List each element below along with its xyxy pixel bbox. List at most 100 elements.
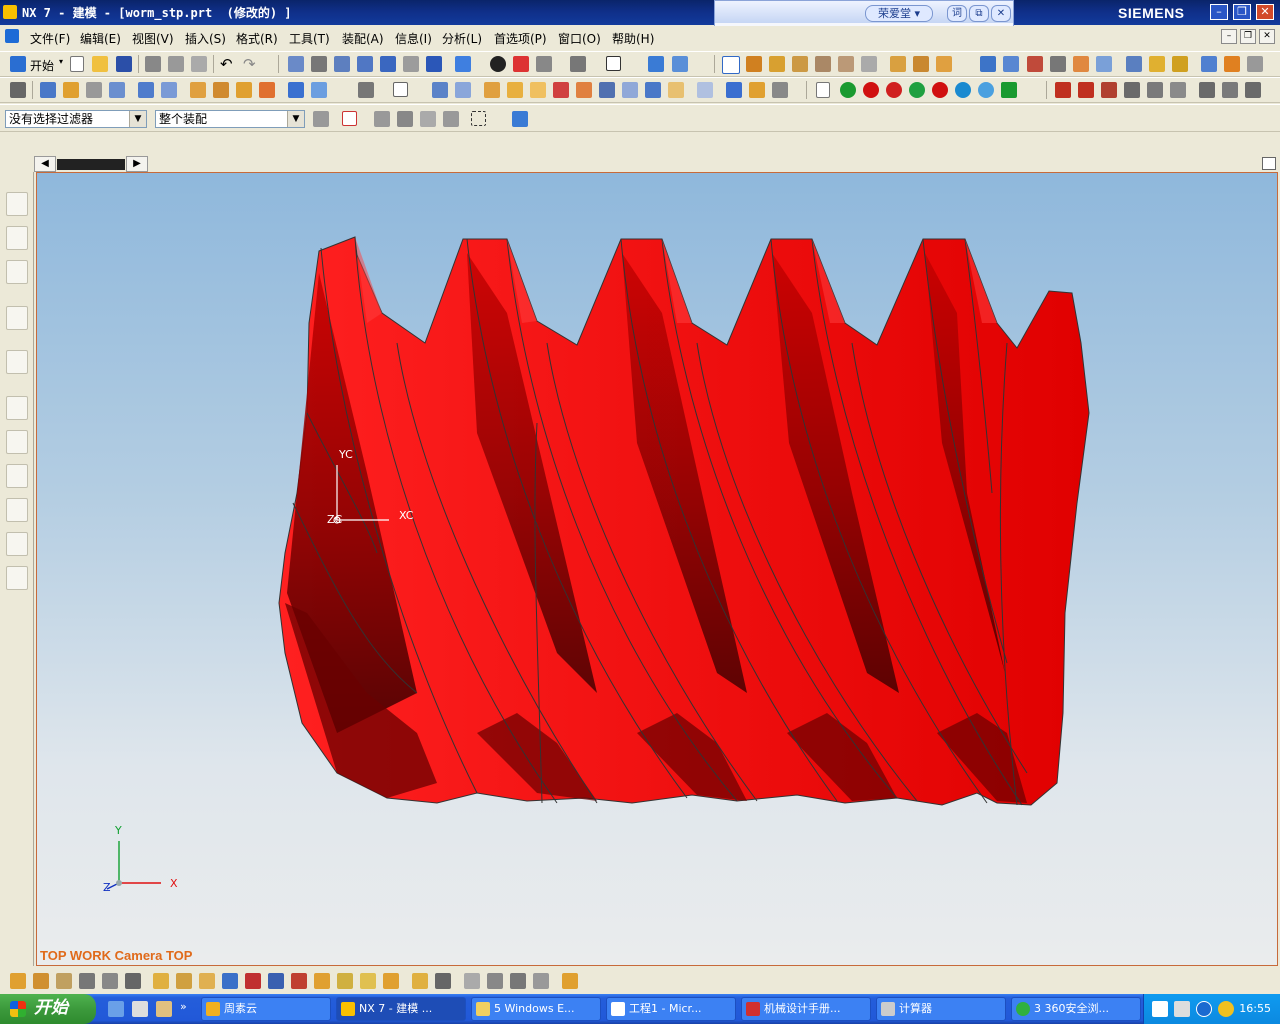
doc-minimize-button[interactable]: –: [1221, 29, 1237, 44]
bottom-tool-22-icon[interactable]: [510, 973, 526, 989]
rectangle-select-icon[interactable]: [471, 111, 486, 126]
tray-network-icon[interactable]: [1152, 1001, 1168, 1017]
offset-icon[interactable]: [530, 82, 546, 98]
process-studio-icon[interactable]: [6, 464, 28, 488]
bottom-tool-4-icon[interactable]: [79, 973, 95, 989]
reuse-library-icon[interactable]: [6, 306, 28, 330]
delete-face-icon[interactable]: [772, 82, 788, 98]
task-360-browser[interactable]: 3 360安全浏...: [1011, 997, 1141, 1021]
blend-icon[interactable]: [432, 82, 448, 98]
bottom-tool-13-icon[interactable]: [291, 973, 307, 989]
intersection-icon[interactable]: [838, 56, 854, 72]
measure-body-icon[interactable]: [936, 56, 952, 72]
select-icon[interactable]: [722, 56, 740, 74]
assembly-icon[interactable]: [648, 56, 664, 72]
part-navigator-tab-icon[interactable]: [6, 260, 28, 284]
bottom-tool-10-icon[interactable]: [222, 973, 238, 989]
bearing-icon[interactable]: [955, 82, 971, 98]
part-navigator-icon[interactable]: [10, 82, 26, 98]
curve4-icon[interactable]: [1199, 82, 1215, 98]
bottom-tool-21-icon[interactable]: [487, 973, 503, 989]
unite-icon[interactable]: [288, 82, 304, 98]
bottom-tool-16-icon[interactable]: [360, 973, 376, 989]
gear-red-icon[interactable]: [863, 82, 879, 98]
cylinder-icon[interactable]: [161, 82, 177, 98]
tab-scroll-right-icon[interactable]: ▶: [126, 156, 148, 172]
task-calculator[interactable]: 计算器: [876, 997, 1006, 1021]
trim-icon[interactable]: [553, 82, 569, 98]
save-icon[interactable]: [116, 56, 132, 72]
bottom-tool-6-icon[interactable]: [125, 973, 141, 989]
arc-icon[interactable]: [1078, 82, 1094, 98]
worm-model[interactable]: [37, 173, 1278, 966]
curve-rule-icon[interactable]: [374, 111, 390, 127]
bottom-tool-9-icon[interactable]: [199, 973, 215, 989]
selection-scope-select[interactable]: 整个装配 ▼: [155, 110, 305, 128]
nx-app-icon[interactable]: [3, 5, 17, 19]
datum-plane-icon[interactable]: [393, 82, 408, 97]
feature-rule-icon[interactable]: [420, 111, 436, 127]
pocket-icon[interactable]: [236, 82, 252, 98]
bottom-tool-14-icon[interactable]: [314, 973, 330, 989]
doc-restore-button[interactable]: ❐: [1240, 29, 1256, 44]
snap-toggle-icon[interactable]: [342, 111, 357, 126]
bolt-icon[interactable]: [1001, 82, 1017, 98]
draft-icon[interactable]: [507, 82, 523, 98]
endpoint-icon[interactable]: [769, 56, 785, 72]
surface-icon[interactable]: [980, 56, 996, 72]
revolve-icon[interactable]: [86, 82, 102, 98]
pattern-icon[interactable]: [622, 82, 638, 98]
bottom-tool-20-icon[interactable]: [464, 973, 480, 989]
body-rule-icon[interactable]: [443, 111, 459, 127]
datum-icon[interactable]: [358, 82, 374, 98]
start-button[interactable]: 开始: [0, 994, 96, 1024]
widget-close-button[interactable]: ✕: [991, 5, 1011, 22]
wireframe-icon[interactable]: [536, 56, 552, 72]
menu-file[interactable]: 文件(F): [30, 30, 70, 47]
subtract-icon[interactable]: [311, 82, 327, 98]
bottom-tool-19-icon[interactable]: [435, 973, 451, 989]
menu-analysis[interactable]: 分析(L): [442, 30, 482, 47]
bottom-tool-18-icon[interactable]: [412, 973, 428, 989]
graphics-window[interactable]: YC XC ZC Y X Z TOP WORK Camera TOP: [36, 172, 1278, 966]
view-icon[interactable]: [1126, 56, 1142, 72]
bottom-tool-11-icon[interactable]: [245, 973, 261, 989]
open-folder-icon[interactable]: [92, 56, 108, 72]
menu-info[interactable]: 信息(I): [395, 30, 432, 47]
quicklaunch-app-icon[interactable]: [156, 1001, 172, 1017]
widget-name-button[interactable]: 荣爱堂 ▾: [865, 5, 933, 22]
minimize-button[interactable]: –: [1210, 4, 1228, 20]
mirror-icon[interactable]: [599, 82, 615, 98]
component-select-icon[interactable]: [512, 111, 528, 127]
curve6-icon[interactable]: [1245, 82, 1261, 98]
history-icon[interactable]: [6, 396, 28, 420]
background-icon[interactable]: [606, 56, 621, 71]
move-face-icon[interactable]: [726, 82, 742, 98]
menu-insert[interactable]: 插入(S): [185, 30, 226, 47]
chain-icon[interactable]: [909, 82, 925, 98]
menu-assembly[interactable]: 装配(A): [342, 30, 384, 47]
task-windows-explorer[interactable]: 5 Windows E...: [471, 997, 601, 1021]
maximize-button[interactable]: ❐: [1233, 4, 1251, 20]
menu-preferences[interactable]: 首选项(P): [494, 30, 547, 47]
new-file-icon[interactable]: [70, 56, 84, 72]
view2-icon[interactable]: [1149, 56, 1165, 72]
surface2-icon[interactable]: [1003, 56, 1019, 72]
manufacturing-wizard-icon[interactable]: [6, 498, 28, 522]
tool2-icon[interactable]: [1224, 56, 1240, 72]
center-icon[interactable]: [861, 56, 877, 72]
pan-icon[interactable]: [403, 56, 419, 72]
curve3-icon[interactable]: [1170, 82, 1186, 98]
widget-copy-button[interactable]: ⧉: [969, 5, 989, 22]
menu-edit[interactable]: 编辑(E): [80, 30, 121, 47]
menu-view[interactable]: 视图(V): [132, 30, 174, 47]
emboss-icon[interactable]: [668, 82, 684, 98]
shaded-view-icon[interactable]: [455, 56, 471, 72]
curve2-icon[interactable]: [1147, 82, 1163, 98]
tab-scroll-track[interactable]: [57, 159, 125, 170]
fit-view-icon[interactable]: [288, 56, 304, 72]
block-icon[interactable]: [138, 82, 154, 98]
rotate-icon[interactable]: [380, 56, 396, 72]
layer-icon[interactable]: [570, 56, 586, 72]
menu-format[interactable]: 格式(R): [236, 30, 278, 47]
